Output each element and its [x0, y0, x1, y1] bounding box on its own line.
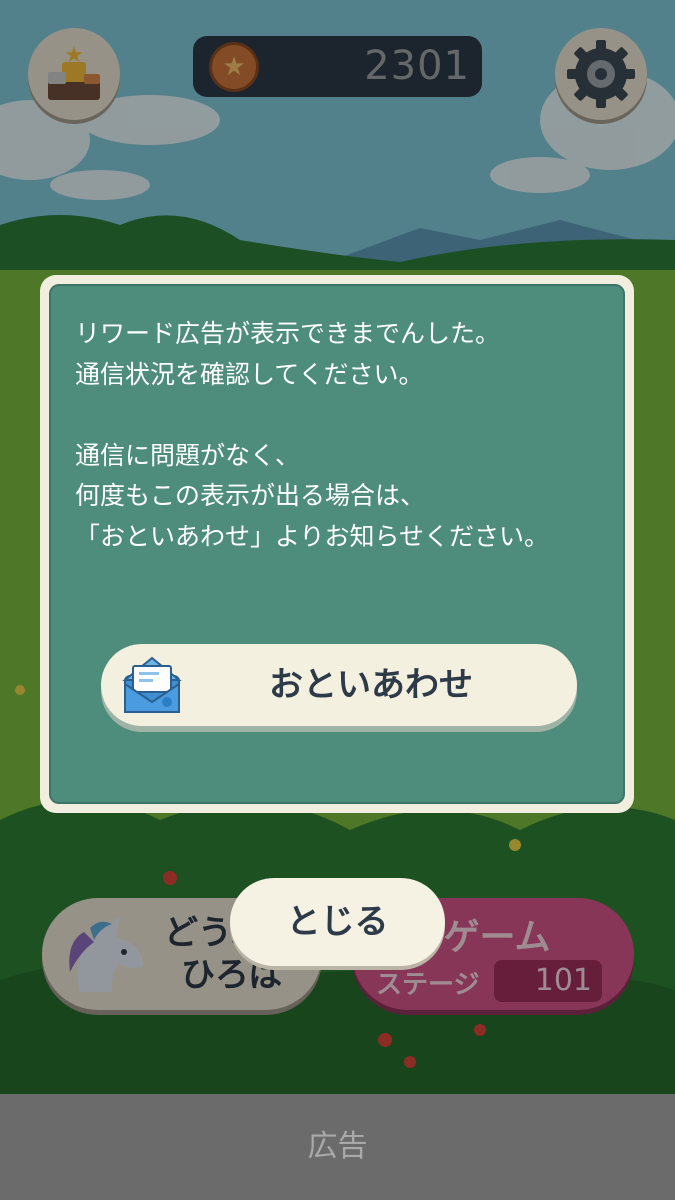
- mail-icon: [122, 656, 182, 713]
- ad-label: 広告: [307, 1129, 368, 1164]
- close-button[interactable]: とじる: [230, 878, 445, 966]
- contact-button[interactable]: おといあわせ: [101, 644, 577, 726]
- dialog-message: リワード広告が表示できまでんした。 通信状況を確認してください。 通信に問題がな…: [75, 319, 550, 551]
- close-label: とじる: [286, 902, 389, 942]
- ad-banner[interactable]: 広告: [0, 1094, 675, 1200]
- ad-error-dialog: リワード広告が表示できまでんした。 通信状況を確認してください。 通信に問題がな…: [40, 275, 634, 813]
- dialog-panel: リワード広告が表示できまでんした。 通信状況を確認してください。 通信に問題がな…: [49, 284, 625, 804]
- contact-label: おといあわせ: [269, 665, 473, 705]
